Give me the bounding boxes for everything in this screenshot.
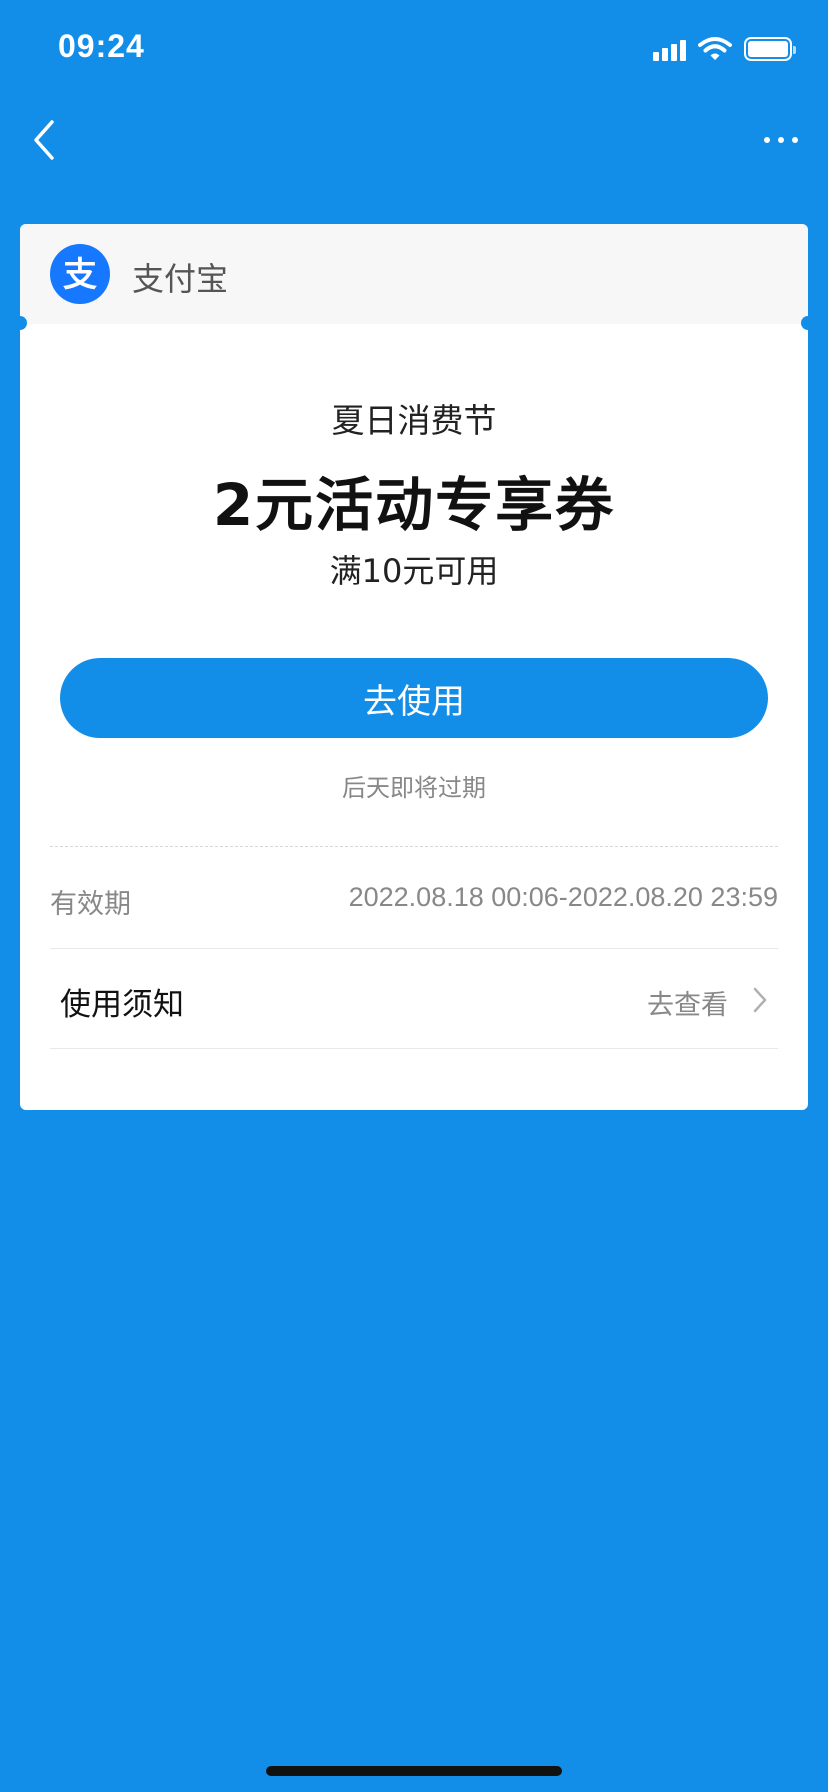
event-name: 夏日消费节: [331, 401, 497, 440]
usage-notice-row[interactable]: 使用须知 去查看: [50, 949, 778, 1049]
coupon-card: 支 支付宝 夏日消费节 2元活动专享券 满10元可用 去使用 后天即将过期 有效…: [20, 224, 808, 1110]
usage-notice-label: 使用须知: [60, 987, 184, 1023]
alipay-logo-glyph: 支: [63, 255, 97, 295]
alipay-logo-icon: 支: [50, 244, 110, 304]
signal-icon: [653, 37, 686, 61]
coupon-condition: 满10元可用: [329, 552, 499, 590]
coupon-detail-screen: 09:24 支 支付宝 夏日消费节 2元活动专享券 满10元可用 去使用 后天即…: [0, 0, 828, 1792]
card-header: 支 支付宝: [20, 224, 808, 324]
row-divider: [50, 1048, 778, 1049]
use-coupon-button[interactable]: 去使用: [60, 658, 768, 738]
chevron-left-icon[interactable]: [24, 114, 64, 166]
validity-label: 有效期: [50, 889, 131, 920]
status-bar: 09:24: [0, 0, 828, 100]
status-time: 09:24: [58, 28, 145, 64]
validity-value: 2022.08.18 00:06-2022.08.20 23:59: [348, 882, 778, 912]
nav-bar: [0, 100, 828, 180]
brand-name: 支付宝: [132, 260, 229, 298]
home-indicator: [266, 1766, 562, 1776]
battery-icon: [744, 37, 796, 61]
chevron-right-icon: [753, 987, 767, 1013]
view-notice-link[interactable]: 去查看: [647, 983, 728, 1022]
card-notch-right: [801, 316, 808, 330]
coupon-title: 2元活动专享券: [212, 471, 616, 539]
more-dots-icon[interactable]: [764, 130, 800, 150]
svg-text:支: 支: [63, 255, 97, 295]
validity-row: 有效期 2022.08.18 00:06-2022.08.20 23:59: [50, 848, 778, 948]
expiry-note: 后天即将过期: [342, 774, 486, 802]
status-icons: [653, 34, 796, 64]
dashed-divider: [50, 846, 778, 847]
wifi-icon: [698, 37, 732, 60]
